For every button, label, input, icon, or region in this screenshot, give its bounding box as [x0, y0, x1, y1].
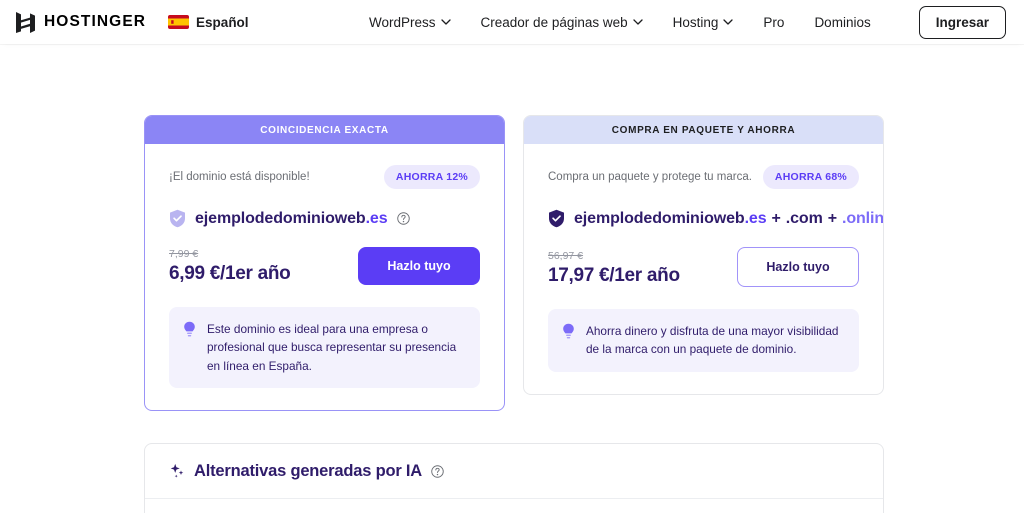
ai-alternatives-title: Alternativas generadas por IA: [194, 462, 422, 481]
ai-alternatives-panel: Alternativas generadas por IA ejemplodom…: [144, 443, 884, 513]
chevron-down-icon: [723, 19, 733, 25]
domain-tld-2: .com: [786, 210, 823, 227]
current-price: 17,97 €/1er año: [548, 265, 680, 287]
nav-item-label: Pro: [763, 15, 784, 30]
lightbulb-icon: [562, 323, 575, 340]
brand-logo[interactable]: HOSTINGER: [16, 12, 146, 33]
nav-item-label: Dominios: [814, 15, 870, 30]
domain-name[interactable]: ejemplodedominioweb.es: [195, 210, 388, 228]
sparkle-icon: [169, 463, 185, 479]
domain-base: ejemplodedominioweb: [195, 210, 366, 227]
exact-match-card: COINCIDENCIA EXACTA ¡El dominio está dis…: [144, 115, 505, 411]
question-circle-icon[interactable]: [397, 212, 410, 225]
language-label: Español: [196, 15, 249, 30]
bundle-price-row: 56,97 € 17,97 €/1er año Hazlo tuyo: [548, 247, 859, 287]
domain-results-row: COINCIDENCIA EXACTA ¡El dominio está dis…: [0, 44, 1024, 411]
status-badge: AHORRA 12%: [384, 165, 480, 189]
chevron-down-icon: [441, 19, 451, 25]
bundle-card: COMPRA EN PAQUETE Y AHORRA Compra un paq…: [523, 115, 884, 395]
tip-text: Este dominio es ideal para una empresa o…: [207, 320, 464, 375]
nav-item-label: Hosting: [673, 15, 719, 30]
nav-item-dominios[interactable]: Dominios: [814, 15, 870, 30]
exact-match-top-row: ¡El dominio está disponible! AHORRA 12%: [169, 164, 480, 190]
current-price: 6,99 €/1er año: [169, 263, 291, 285]
spain-flag-icon: [168, 15, 189, 29]
exact-match-card-body: ¡El dominio está disponible! AHORRA 12% …: [145, 144, 504, 410]
top-navigation-bar: HOSTINGER Español WordPress Creador de p…: [0, 0, 1024, 44]
original-price: 56,97 €: [548, 250, 680, 262]
language-selector[interactable]: Español: [168, 15, 249, 30]
bundle-subtitle: Compra un paquete y protege tu marca.: [548, 171, 752, 183]
nav-item-pro[interactable]: Pro: [763, 15, 784, 30]
bundle-tip: Ahorra dinero y disfruta de una mayor vi…: [548, 309, 859, 372]
list-item: ejemplodominio.net AHORRA 33% Para +2 añ…: [145, 499, 883, 513]
availability-text: ¡El dominio está disponible!: [169, 171, 310, 183]
status-badge: AHORRA 68%: [763, 165, 859, 189]
domain-base: ejemplodedominioweb: [574, 210, 745, 227]
shield-check-icon: [548, 209, 565, 228]
question-circle-icon[interactable]: [431, 465, 444, 478]
bundle-buy-button[interactable]: Hazlo tuyo: [737, 247, 859, 287]
bundle-card-header: COMPRA EN PAQUETE Y AHORRA: [524, 116, 883, 144]
page-content: COINCIDENCIA EXACTA ¡El dominio está dis…: [0, 44, 1024, 513]
domain-tld-1: .es: [745, 210, 767, 227]
domain-tld: .es: [366, 210, 388, 227]
hostinger-logo-icon: [16, 12, 35, 33]
shield-check-icon: [169, 209, 186, 228]
price-block: 7,99 € 6,99 €/1er año: [169, 248, 291, 285]
main-nav: WordPress Creador de páginas web Hosting…: [369, 6, 1006, 39]
exact-match-tip: Este dominio es ideal para una empresa o…: [169, 307, 480, 388]
tip-text: Ahorra dinero y disfruta de una mayor vi…: [586, 322, 843, 359]
exact-match-price-row: 7,99 € 6,99 €/1er año Hazlo tuyo: [169, 247, 480, 285]
lightbulb-icon: [183, 321, 196, 338]
exact-match-domain-row: ejemplodedominioweb.es: [169, 209, 480, 228]
nav-item-wordpress[interactable]: WordPress: [369, 15, 451, 30]
domain-name[interactable]: ejemplodedominioweb.es + .com + .online: [574, 210, 884, 228]
bundle-top-row: Compra un paquete y protege tu marca. AH…: [548, 164, 859, 190]
nav-item-label: WordPress: [369, 15, 436, 30]
exact-match-buy-button[interactable]: Hazlo tuyo: [358, 247, 480, 285]
ai-alternatives-header: Alternativas generadas por IA: [145, 444, 883, 499]
original-price: 7,99 €: [169, 248, 291, 260]
price-block: 56,97 € 17,97 €/1er año: [548, 250, 680, 287]
chevron-down-icon: [633, 19, 643, 25]
plus-separator-1: +: [772, 210, 781, 227]
nav-item-label: Creador de páginas web: [481, 15, 628, 30]
nav-item-hosting[interactable]: Hosting: [673, 15, 734, 30]
bundle-card-body: Compra un paquete y protege tu marca. AH…: [524, 144, 883, 394]
bundle-domain-row: ejemplodedominioweb.es+.com+.online: [548, 209, 859, 228]
exact-match-card-header: COINCIDENCIA EXACTA: [145, 116, 504, 144]
login-button[interactable]: Ingresar: [919, 6, 1006, 39]
plus-separator-2: +: [828, 210, 837, 227]
brand-name: HOSTINGER: [44, 13, 146, 31]
domain-tld-3: .online: [842, 210, 884, 227]
nav-item-creador-de-paginas-web[interactable]: Creador de páginas web: [481, 15, 643, 30]
